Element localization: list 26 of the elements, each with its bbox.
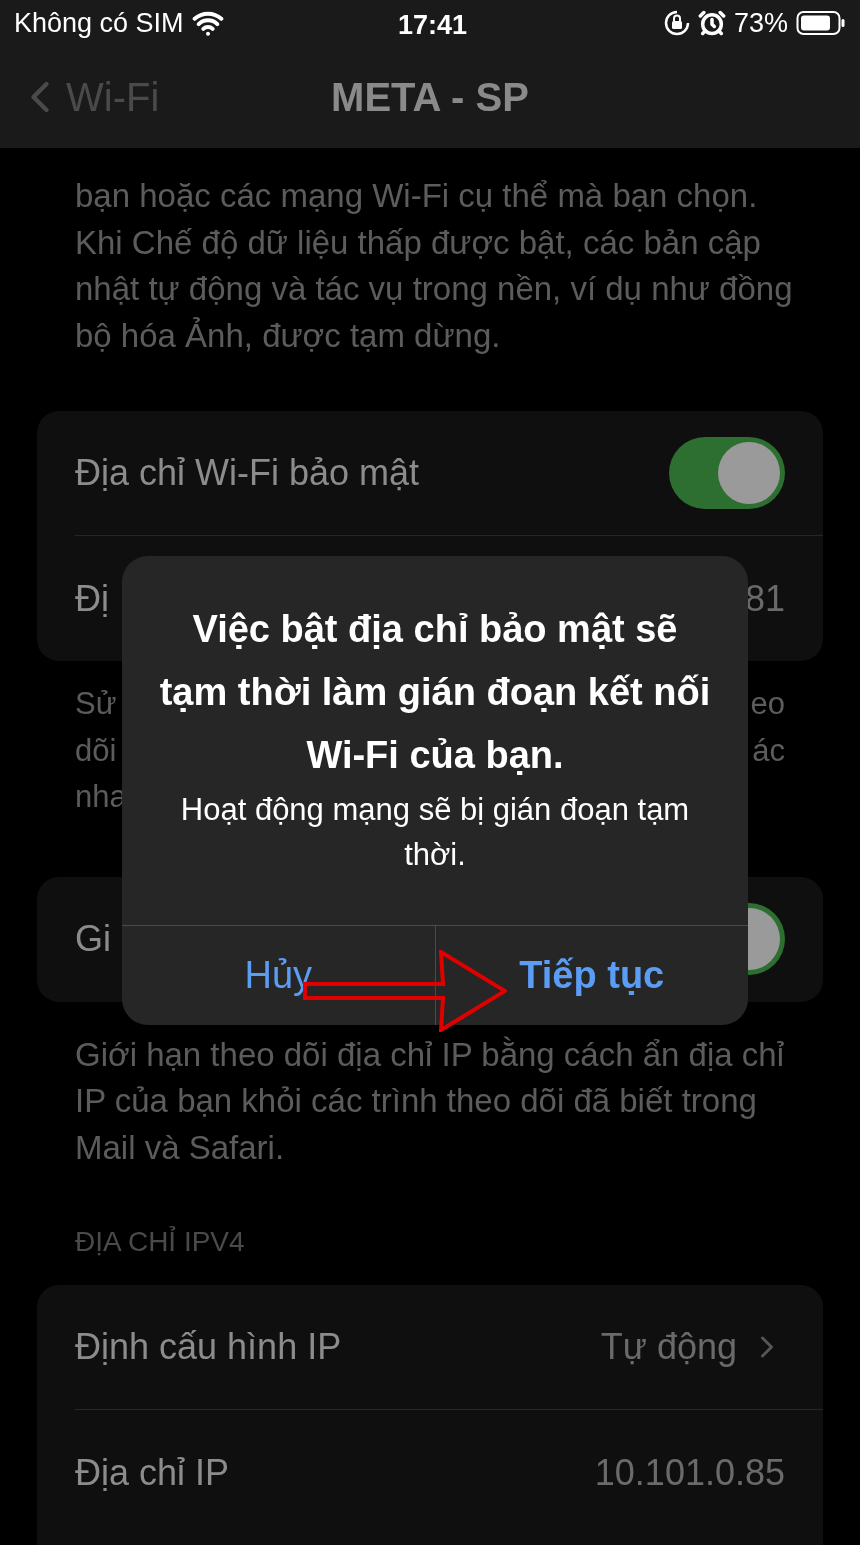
row-value: Tự động — [600, 1325, 737, 1369]
battery-icon — [796, 10, 846, 36]
row-label: Địa chỉ Wi-Fi bảo mật — [75, 451, 420, 495]
section-header: ĐỊA CHỈ IPV4 — [75, 1225, 246, 1259]
time-text: 17:41 — [398, 9, 468, 42]
row-value: 81 — [744, 576, 785, 621]
row-label: Gi — [75, 917, 111, 961]
limit-tracking-description: Giới hạn theo dõi địa chỉ IP bằng cách ẩn địa chỉ IP của bạn khỏi các trình theo dõi đã biết trong Mail và Safari. — [75, 1034, 785, 1168]
alert-button[interactable]: Hủy — [122, 926, 435, 1025]
alert-message: Hoạt động mạng sẽ bị gián đoạn tạm thời. — [179, 791, 691, 874]
page-title: META - SP — [330, 74, 530, 121]
footnote-fragment: dõi — [75, 731, 117, 770]
footnote-fragment: Sử — [75, 685, 117, 723]
alarm-icon — [697, 9, 726, 37]
alert-title: Việc bật địa chỉ bảo mật sẽ tạm thời làm gián đoạn kết nối Wi-Fi của bạn. — [158, 607, 712, 778]
footnote-fragment: ác — [752, 731, 785, 770]
row-label: Định cấu hình IP — [75, 1325, 342, 1369]
carrier-text: Không có SIM — [14, 6, 184, 40]
row-value: 10.101.0.85 — [594, 1450, 785, 1495]
low-data-description: bạn hoặc các mạng Wi-Fi cụ thể mà bạn chọn. Khi Chế độ dữ liệu thấp được bật, các bản cập nhật tự động và tác vụ trong nền, ví dụ như đồng bộ hóa Ảnh, được tạm dừng. — [75, 176, 794, 356]
battery-percent: 73% — [733, 6, 788, 40]
row-label: Địa chỉ IP — [75, 1450, 230, 1495]
orientation-lock-icon — [663, 10, 690, 36]
footnote-fragment: eo — [750, 685, 785, 723]
alert-button[interactable]: Tiếp tục — [434, 926, 748, 1025]
row-label: Đị — [75, 576, 109, 621]
